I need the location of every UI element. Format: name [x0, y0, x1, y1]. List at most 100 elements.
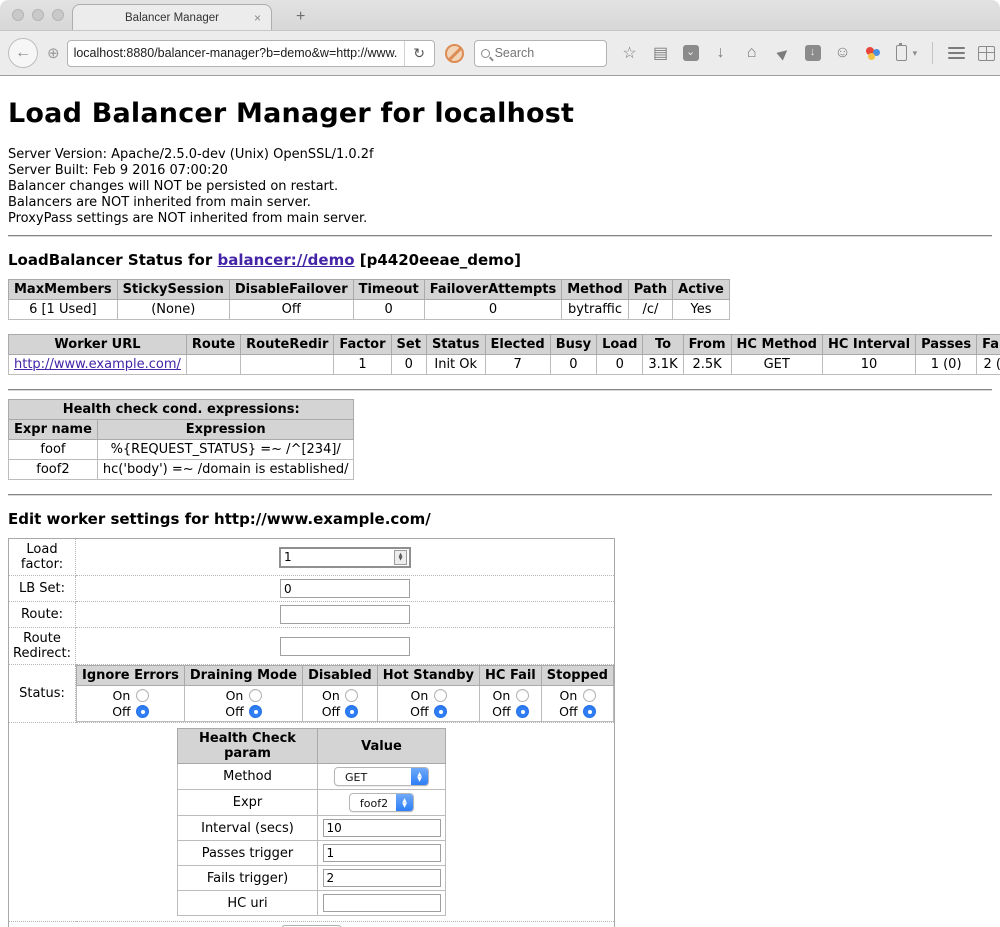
search-icon: [481, 49, 490, 58]
balancer-status-table: MaxMembers StickySession DisableFailover…: [8, 279, 730, 320]
downloads-icon[interactable]: ↓: [712, 44, 730, 62]
select-chevrons-icon: ▲▼: [411, 768, 428, 785]
ignore-errors-on-radio[interactable]: [136, 689, 149, 702]
hot-standby-off-radio[interactable]: [434, 705, 447, 718]
feedback-smiley-icon[interactable]: ☺: [834, 44, 852, 62]
col-worker-url: Worker URL: [9, 335, 187, 355]
send-icon[interactable]: ▶: [771, 41, 795, 65]
reading-list-icon[interactable]: ▤: [652, 43, 670, 63]
passes-trigger-label: Passes trigger: [178, 841, 318, 866]
menu-icon[interactable]: [948, 47, 965, 59]
hc-fail-off-radio[interactable]: [516, 705, 529, 718]
fails-trigger-input[interactable]: [323, 869, 441, 887]
cell-to: 3.1K: [643, 355, 683, 375]
save-to-device-icon[interactable]: ↓: [805, 45, 821, 61]
interval-label: Interval (secs): [178, 816, 318, 841]
window-controls[interactable]: [12, 9, 64, 21]
col-failoverattempts: FailoverAttempts: [424, 280, 562, 300]
route-label: Route:: [9, 602, 76, 628]
worker-url-link[interactable]: http://www.example.com/: [14, 357, 181, 372]
expr-row: foof2 hc('body') =~ /domain is establish…: [9, 460, 354, 480]
route-input[interactable]: [280, 605, 410, 624]
route-redirect-label: Route Redirect:: [9, 628, 76, 665]
col-to: To: [643, 335, 683, 355]
col-ignore-errors: Ignore Errors: [77, 666, 185, 686]
table-header-row: MaxMembers StickySession DisableFailover…: [9, 280, 730, 300]
draining-mode-on-radio[interactable]: [249, 689, 262, 702]
on-label: On: [410, 688, 428, 703]
lb-set-input[interactable]: [280, 579, 410, 598]
tab-close-icon[interactable]: ×: [254, 11, 261, 25]
toolbar-separator: [932, 42, 933, 64]
col-factor: Factor: [334, 335, 391, 355]
cell-failoverattempts: 0: [424, 300, 562, 320]
stopped-off-radio[interactable]: [583, 705, 596, 718]
page-content: Load Balancer Manager for localhost Serv…: [0, 98, 1000, 927]
hot-standby-on-radio[interactable]: [434, 689, 447, 702]
col-expr-name: Expr name: [9, 420, 98, 440]
balancer-demo-link[interactable]: balancer://demo: [217, 251, 354, 269]
tab-balancer-manager[interactable]: Balancer Manager ×: [72, 4, 272, 30]
close-window-button[interactable]: [12, 9, 24, 21]
cell-route: [186, 355, 240, 375]
bookmark-star-icon[interactable]: ☆: [621, 43, 639, 63]
zoom-window-button[interactable]: [52, 9, 64, 21]
cell-method: bytraffic: [562, 300, 628, 320]
minimize-window-button[interactable]: [32, 9, 44, 21]
col-stopped: Stopped: [541, 666, 613, 686]
interval-input[interactable]: [323, 819, 441, 837]
hc-fail-on-radio[interactable]: [516, 689, 529, 702]
reload-button[interactable]: ↻: [404, 41, 434, 66]
col-hc-value: Value: [318, 729, 446, 764]
url-input[interactable]: [68, 46, 404, 60]
col-load: Load: [597, 335, 643, 355]
expr-label: Expr: [178, 790, 318, 816]
load-factor-input[interactable]: [281, 550, 394, 564]
browser-window: Balancer Manager × + ← ⊕ ↻ ☆ ▤ ⌄ ↓ ⌂: [0, 0, 1000, 927]
col-disabled: Disabled: [303, 666, 378, 686]
expr-select[interactable]: foof2 ▲▼: [349, 793, 414, 812]
lb-set-row: LB Set:: [9, 576, 615, 602]
back-button[interactable]: ←: [8, 38, 38, 68]
col-elected: Elected: [485, 335, 550, 355]
disabled-on-radio[interactable]: [345, 689, 358, 702]
col-from: From: [683, 335, 731, 355]
cell-status: Init Ok: [426, 355, 485, 375]
content-blocked-icon[interactable]: [445, 44, 464, 63]
hc-uri-input[interactable]: [323, 894, 441, 912]
load-factor-field[interactable]: ▲▼: [279, 547, 411, 568]
cell-factor: 1: [334, 355, 391, 375]
status-row: Status: Ignore Errors Draining Mode Disa…: [9, 665, 615, 723]
expr-value: %{REQUEST_STATUS} =~ /^[234]/: [97, 440, 354, 460]
stopped-on-radio[interactable]: [583, 689, 596, 702]
expr-name: foof: [9, 440, 98, 460]
cell-timeout: 0: [353, 300, 424, 320]
off-label: Off: [559, 704, 577, 719]
colored-dots-icon[interactable]: [865, 45, 883, 61]
tile-view-icon[interactable]: [978, 46, 995, 61]
dropdown-caret-icon[interactable]: ▾: [913, 48, 918, 59]
home-icon[interactable]: ⌂: [743, 44, 761, 62]
draining-mode-off-radio[interactable]: [249, 705, 262, 718]
search-input[interactable]: [495, 46, 585, 60]
health-check-param-row: Health Check param Value Method GET ▲▼: [9, 723, 615, 922]
on-label: On: [559, 688, 577, 703]
url-bar[interactable]: ↻: [67, 40, 435, 67]
col-route: Route: [186, 335, 240, 355]
passes-trigger-input[interactable]: [323, 844, 441, 862]
ignore-errors-off-radio[interactable]: [136, 705, 149, 718]
method-select[interactable]: GET ▲▼: [334, 767, 429, 786]
route-redirect-input[interactable]: [280, 637, 410, 656]
search-bar[interactable]: [474, 40, 607, 67]
battery-icon[interactable]: [896, 45, 907, 61]
browser-chrome: Balancer Manager × + ← ⊕ ↻ ☆ ▤ ⌄ ↓ ⌂: [0, 0, 1000, 76]
new-tab-button[interactable]: +: [290, 8, 311, 26]
pocket-icon[interactable]: ⌄: [683, 45, 699, 61]
edit-worker-heading: Edit worker settings for http://www.exam…: [8, 510, 992, 528]
worker-row: http://www.example.com/ 1 0 Init Ok 7 0 …: [9, 355, 1000, 375]
col-hc-fail: HC Fail: [480, 666, 542, 686]
col-fails: Fails: [977, 335, 1000, 355]
reload-icon: ↻: [413, 45, 425, 62]
disabled-off-radio[interactable]: [345, 705, 358, 718]
number-stepper-icon[interactable]: ▲▼: [394, 550, 407, 565]
